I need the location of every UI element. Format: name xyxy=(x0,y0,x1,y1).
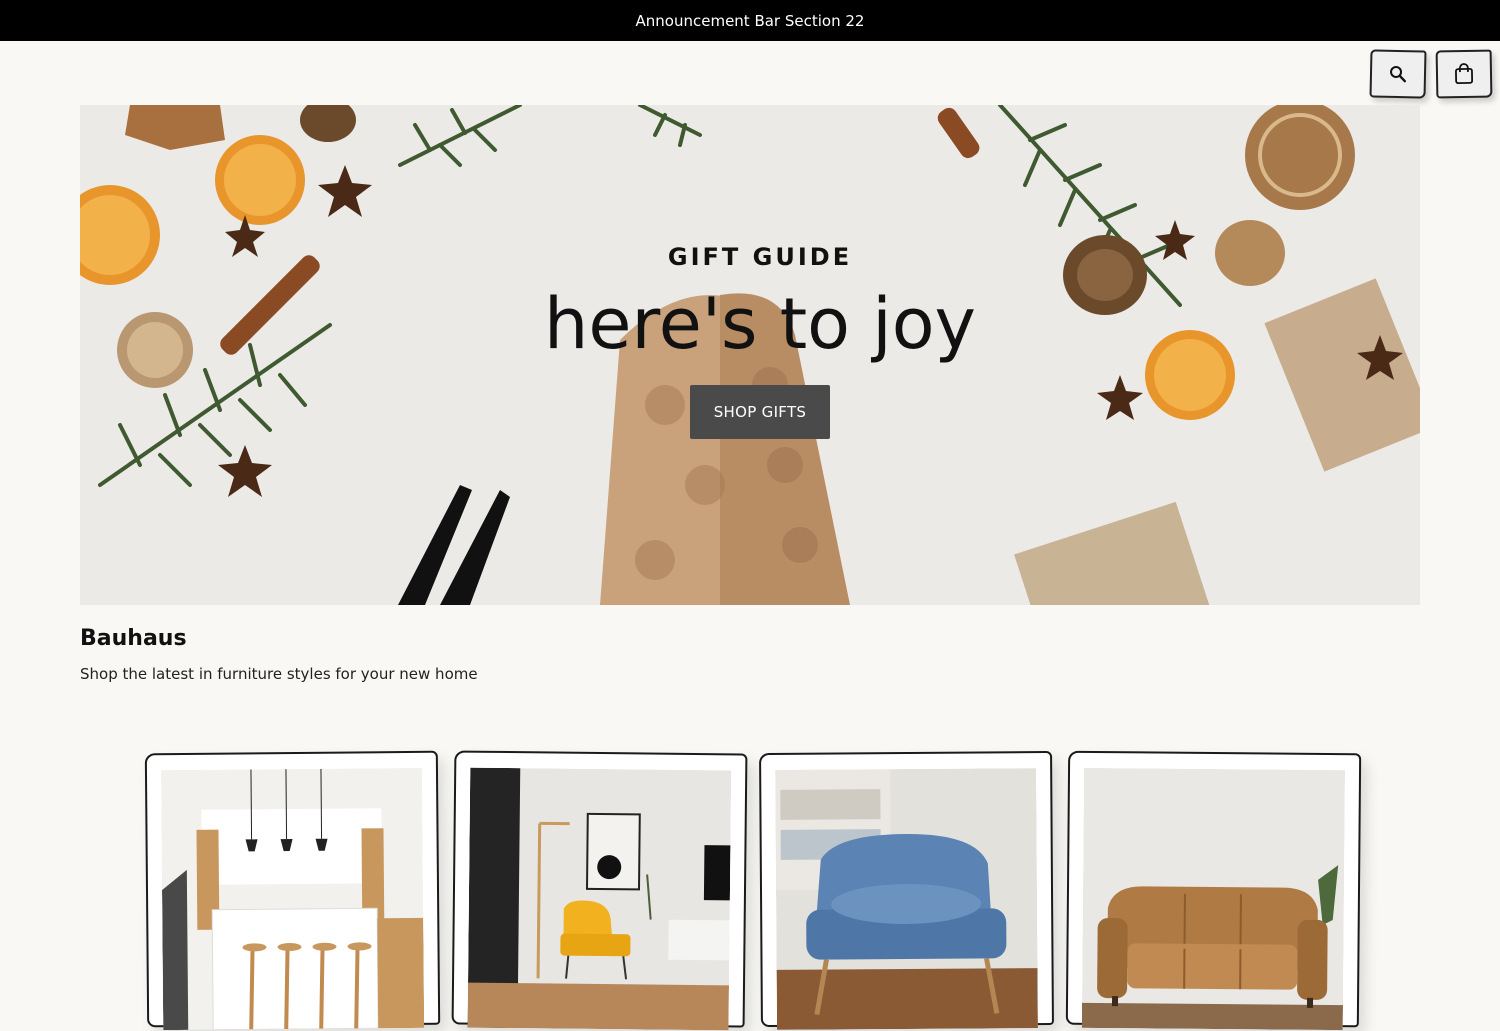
shopping-bag-icon xyxy=(1453,63,1475,85)
yellow-armchair-photo xyxy=(468,768,732,1031)
cart-button[interactable] xyxy=(1436,50,1493,99)
product-card[interactable] xyxy=(759,751,1054,1027)
collection-title: Bauhaus xyxy=(80,626,187,651)
product-card[interactable] xyxy=(452,750,748,1027)
product-card[interactable] xyxy=(145,751,440,1028)
leather-sofa-photo xyxy=(1082,768,1345,1030)
hero-title: here's to joy xyxy=(544,285,976,363)
hero-banner: GIFT GUIDE here's to joy SHOP GIFTS xyxy=(80,105,1420,605)
product-image xyxy=(775,768,1038,1030)
product-image xyxy=(161,768,424,1030)
product-card[interactable] xyxy=(1066,751,1361,1028)
search-icon xyxy=(1388,64,1408,84)
blue-armchair-photo xyxy=(775,768,1038,1030)
collection-description: Shop the latest in furniture styles for … xyxy=(80,665,478,683)
header-actions xyxy=(1370,50,1492,98)
shop-gifts-button[interactable]: SHOP GIFTS xyxy=(690,385,831,439)
product-grid xyxy=(146,752,1360,1026)
kitchen-photo xyxy=(161,768,424,1030)
product-image xyxy=(1082,768,1345,1030)
announcement-text: Announcement Bar Section 22 xyxy=(636,12,865,30)
hero-subtitle: GIFT GUIDE xyxy=(668,243,852,271)
announcement-bar: Announcement Bar Section 22 xyxy=(0,0,1500,41)
hero-content: GIFT GUIDE here's to joy SHOP GIFTS xyxy=(80,105,1420,605)
product-image xyxy=(468,768,732,1031)
search-button[interactable] xyxy=(1370,49,1427,98)
